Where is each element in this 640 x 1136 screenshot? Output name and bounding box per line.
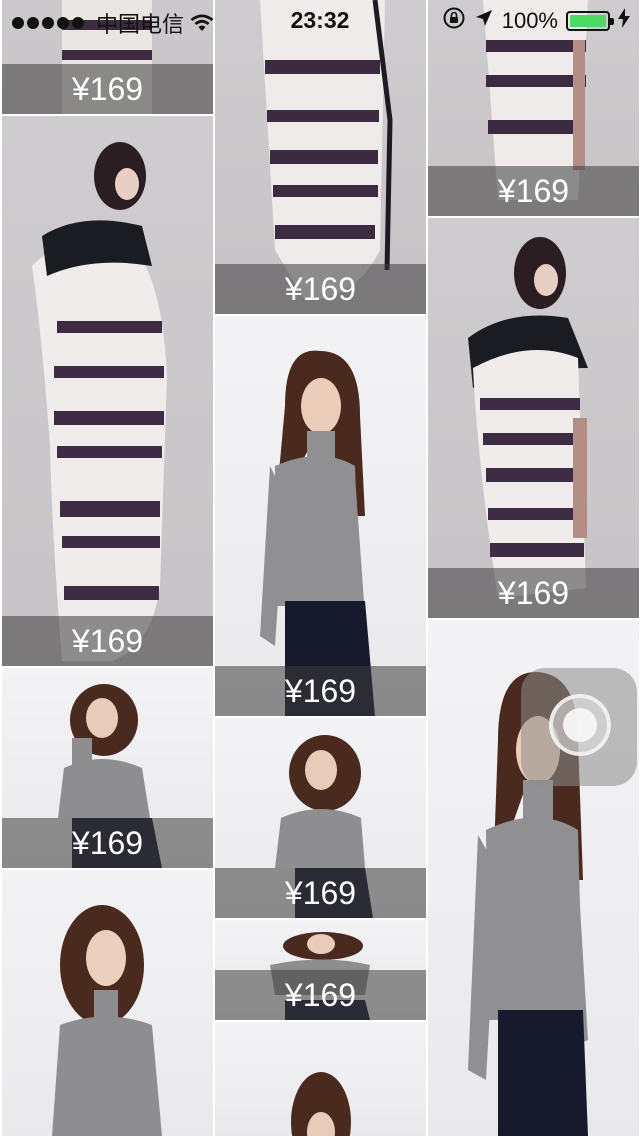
product-photo-grey-sweater bbox=[2, 870, 213, 1136]
product-price: ¥169 bbox=[2, 818, 213, 868]
product-price: ¥169 bbox=[215, 666, 426, 716]
status-right: 100% bbox=[442, 6, 630, 36]
product-price: ¥169 bbox=[215, 970, 426, 1020]
location-arrow-icon bbox=[474, 8, 494, 34]
carrier-name: 中国电信 bbox=[96, 12, 185, 37]
product-price: ¥169 bbox=[428, 166, 639, 216]
product-grid: ¥169 ¥169 ¥169 ¥169 ¥169 ¥169 ¥169 ¥169 … bbox=[0, 0, 640, 1136]
product-photo-grey-sweater bbox=[215, 316, 426, 716]
product-price: ¥169 bbox=[215, 868, 426, 918]
wifi-icon bbox=[190, 13, 214, 33]
product-card[interactable]: ¥169 bbox=[215, 0, 426, 314]
product-photo-scarf-cardigan bbox=[428, 218, 639, 618]
product-price: ¥169 bbox=[2, 616, 213, 666]
assistive-touch-button[interactable] bbox=[521, 668, 637, 786]
product-card[interactable]: ¥169 bbox=[215, 920, 426, 1020]
product-photo-grey-sweater bbox=[215, 1022, 426, 1136]
signal-strength-icon bbox=[12, 17, 84, 29]
product-card[interactable]: ¥169 bbox=[215, 718, 426, 918]
product-card[interactable] bbox=[215, 1022, 426, 1136]
assistive-touch-dot-icon bbox=[563, 708, 597, 742]
battery-percent: 100% bbox=[501, 8, 558, 33]
product-price: ¥169 bbox=[215, 264, 426, 314]
product-price: ¥169 bbox=[2, 64, 213, 114]
charging-bolt-icon bbox=[618, 8, 630, 34]
product-photo-scarf-cardigan bbox=[2, 116, 213, 666]
product-card[interactable]: ¥169 bbox=[428, 218, 639, 618]
status-left: 中国电信 bbox=[12, 7, 214, 39]
product-card[interactable]: ¥169 bbox=[2, 668, 213, 868]
battery-icon bbox=[566, 11, 614, 31]
rotation-lock-icon bbox=[442, 6, 466, 36]
product-price: ¥169 bbox=[428, 568, 639, 618]
product-card[interactable]: ¥169 bbox=[215, 316, 426, 716]
status-bar: 中国电信 23:32 100% bbox=[0, 0, 640, 40]
product-card[interactable] bbox=[2, 870, 213, 1136]
product-card[interactable]: ¥169 bbox=[2, 116, 213, 666]
